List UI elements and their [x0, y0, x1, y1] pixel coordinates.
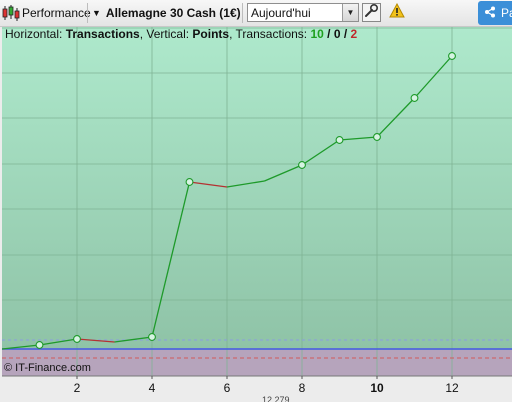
chart-info: Horizontal: Transactions, Vertical: Poin…: [5, 27, 357, 41]
vertical-value: Points: [192, 27, 230, 41]
warning-icon: [388, 2, 405, 23]
period-value: Aujourd'hui: [251, 6, 311, 20]
instrument-selector[interactable]: ▼ Allemagne 30 Cash (1€): [92, 0, 241, 26]
vertical-prefix: , Vertical:: [139, 27, 193, 41]
horizontal-prefix: Horizontal:: [5, 27, 66, 41]
copyright: © IT-Finance.com: [4, 362, 91, 374]
share-label: Pa: [501, 6, 512, 20]
data-point: [148, 333, 156, 341]
share-icon: [484, 6, 496, 21]
warning-button[interactable]: [387, 2, 406, 23]
data-point: [373, 133, 381, 141]
cut-off-value: 12 279: [262, 396, 290, 402]
period-select[interactable]: Aujourd'hui ▼: [247, 3, 359, 22]
data-point: [335, 136, 344, 144]
slash: /: [340, 27, 351, 41]
performance-button[interactable]: Performance: [0, 0, 91, 26]
data-point: [73, 335, 81, 343]
instrument-label: Allemagne 30 Cash (1€): [105, 6, 241, 20]
slash: /: [323, 27, 334, 41]
x-tick-label: 2: [73, 381, 81, 395]
x-tick-label: 6: [223, 381, 231, 395]
performance-chart: [2, 27, 512, 402]
caret-down-icon: ▼: [92, 8, 101, 18]
data-point: [448, 52, 456, 60]
dropdown-arrow-icon[interactable]: ▼: [342, 4, 358, 21]
neutral-count: 0: [333, 27, 341, 41]
wrench-button[interactable]: [362, 3, 381, 22]
toolbar-divider: [242, 3, 243, 23]
x-tick-label: 8: [298, 381, 306, 395]
share-button[interactable]: Pa: [478, 1, 512, 25]
wins-count: 10: [310, 27, 324, 41]
x-tick-label: 4: [148, 381, 156, 395]
transactions-prefix: , Transactions:: [229, 27, 311, 41]
data-point: [410, 94, 419, 102]
performance-label: Performance: [22, 6, 91, 20]
data-point: [298, 161, 306, 169]
toolbar: Performance ▼ Allemagne 30 Cash (1€) Auj…: [0, 0, 512, 27]
horizontal-value: Transactions: [65, 27, 140, 41]
x-tick-label: 12: [445, 381, 459, 395]
data-point: [35, 341, 44, 349]
wrench-icon: [364, 3, 379, 23]
toolbar-divider: [87, 3, 88, 23]
losses-count: 2: [350, 27, 358, 41]
x-tick-label: 10: [370, 381, 384, 395]
data-point: [185, 178, 194, 186]
candlestick-icon: [2, 3, 20, 23]
